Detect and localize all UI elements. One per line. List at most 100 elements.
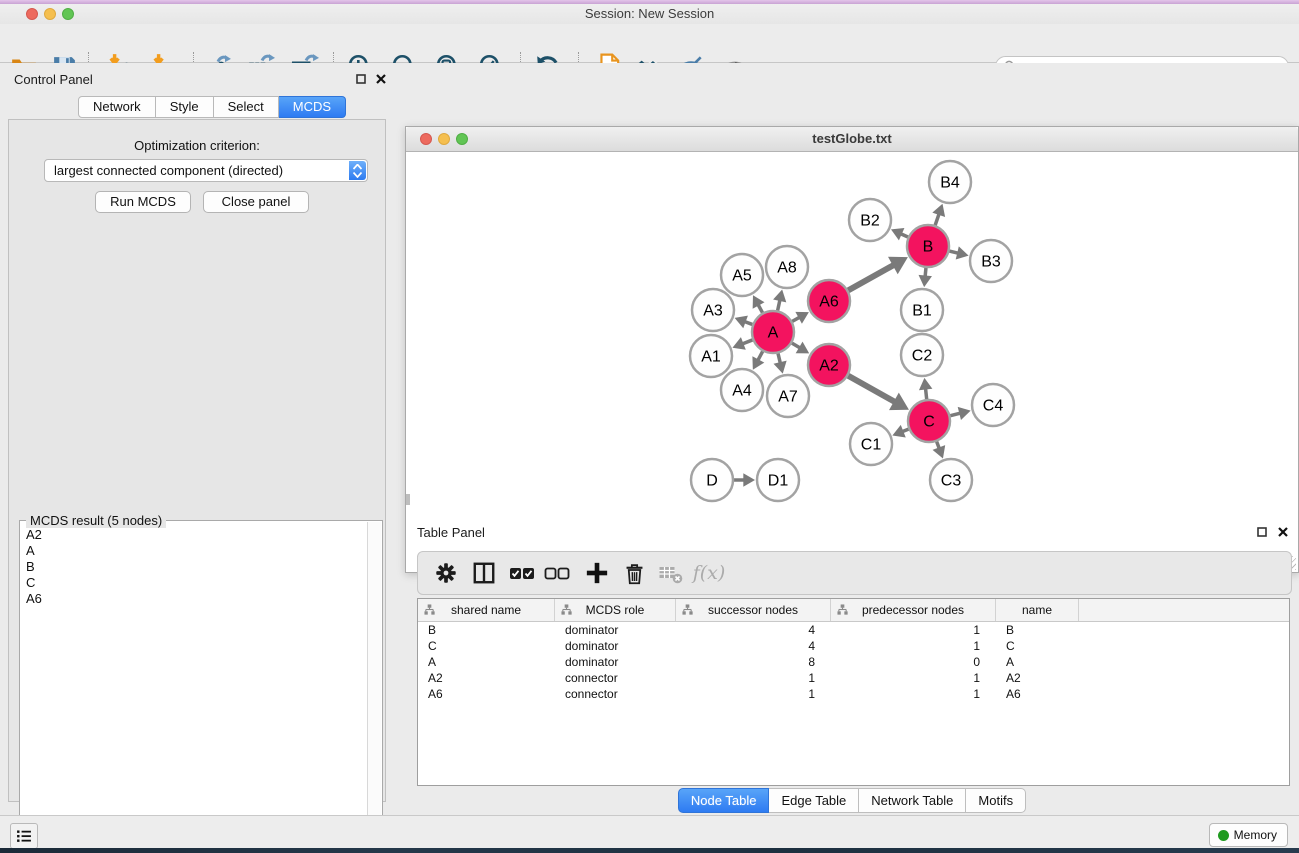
add-column-button[interactable] [581,557,613,589]
toggle-panel-button[interactable] [468,557,500,589]
criterion-dropdown[interactable]: largest connected component (directed) [44,159,368,182]
graph-node-label: A6 [819,294,839,311]
float-panel-icon[interactable] [354,72,368,86]
network-minimize-traffic-light[interactable] [438,133,450,145]
table-cell: dominator [555,655,676,669]
mcds-result-item[interactable]: A6 [21,591,366,607]
network-window-title: testGlobe.txt [406,127,1298,151]
column-header-MCDS-role[interactable]: MCDS role [555,599,676,621]
table-panel: Table Panel [405,510,1299,815]
graph-node-label: B3 [981,254,1001,271]
table-cell: C [418,639,555,653]
mcds-result-item[interactable]: B [21,559,366,575]
table-cell: A6 [996,687,1079,701]
table-row[interactable]: A6connector11A6 [418,686,1289,702]
table-cell: A [996,655,1079,669]
close-panel-button[interactable]: Close panel [203,191,309,213]
result-scrollbar[interactable] [367,522,381,853]
delete-table-button[interactable] [655,557,687,589]
tab-style[interactable]: Style [156,96,214,118]
column-header-name[interactable]: name [996,599,1079,621]
table-panel-title: Table Panel [417,525,485,540]
mcds-result-item[interactable]: A [21,543,366,559]
column-header-successor-nodes[interactable]: successor nodes [676,599,831,621]
table-cell: 8 [676,655,831,669]
tab-select[interactable]: Select [214,96,279,118]
table-close-panel-icon[interactable] [1276,525,1290,539]
graph-node-label: A7 [778,389,798,406]
column-header-label: shared name [451,603,521,617]
table-cell: dominator [555,639,676,653]
apply-function-button[interactable]: f(x) [688,557,730,589]
table-cell: dominator [555,623,676,637]
graph-node-label: C4 [983,398,1004,415]
criterion-value: largest connected component (directed) [54,163,283,178]
node-table[interactable]: shared name MCDS role successor nodesprede… [417,598,1290,786]
graph-node-label: B4 [940,175,960,192]
tab-motifs[interactable]: Motifs [966,788,1026,813]
application-window: Session: New Session [0,0,1299,853]
table-cell: A6 [418,687,555,701]
tab-node-table[interactable]: Node Table [678,788,770,813]
graph-node-label: A8 [777,260,797,277]
graph-node-label: A4 [732,383,752,400]
network-maximize-traffic-light[interactable] [456,133,468,145]
tab-mcds[interactable]: MCDS [279,96,346,118]
graph-node-label: C3 [941,473,962,490]
table-row[interactable]: Adominator80A [418,654,1289,670]
table-cell: connector [555,671,676,685]
main-toolbar [0,24,1299,63]
control-panel: Control Panel NetworkStyleSelectMCDS Opt… [0,63,392,815]
function-fx-icon: f(x) [693,562,726,584]
network-view-window: testGlobe.txt AA1A2A3A4A5A6A7A8BB1B2B3B4… [405,126,1299,573]
network-close-traffic-light[interactable] [420,133,432,145]
mcds-result-list[interactable]: A2ABCA6 [21,527,366,607]
column-type-icon [561,604,572,615]
table-cell: 1 [831,687,996,701]
edge-arrowhead [773,289,786,302]
edge-A2-C[interactable] [848,376,895,403]
table-row[interactable]: A2connector11A2 [418,670,1289,686]
tab-network[interactable]: Network [78,96,156,118]
maximize-traffic-light[interactable] [62,8,74,20]
edge-arrowhead [919,378,932,390]
edge-A6-B[interactable] [848,265,894,291]
deselect-all-button[interactable] [541,557,573,589]
tab-network-table[interactable]: Network Table [859,788,966,813]
column-type-icon [424,604,435,615]
run-mcds-button[interactable]: Run MCDS [95,191,191,213]
column-type-icon [682,604,693,615]
network-graph-canvas[interactable]: AA1A2A3A4A5A6A7A8BB1B2B3B4CC1C2C3C4DD1 [406,151,1298,572]
column-header-shared-name[interactable]: shared name [418,599,555,621]
table-row[interactable]: Cdominator41C [418,638,1289,654]
edge-arrowhead [958,407,971,420]
memory-button[interactable]: Memory [1209,823,1288,847]
column-header-label: MCDS role [586,603,645,617]
delete-column-button[interactable] [618,557,650,589]
table-cell: 1 [676,687,831,701]
table-cell: 4 [676,623,831,637]
select-all-button[interactable] [506,557,538,589]
close-traffic-light[interactable] [26,8,38,20]
close-panel-icon[interactable] [374,72,388,86]
delete-table-icon [658,560,684,586]
table-cell: A [418,655,555,669]
table-options-button[interactable] [430,557,462,589]
memory-label: Memory [1234,828,1277,842]
column-type-icon [837,604,848,615]
graph-node-label: A2 [819,358,839,375]
table-row[interactable]: Bdominator41B [418,622,1289,638]
table-float-panel-icon[interactable] [1255,525,1269,539]
mcds-result-item[interactable]: A2 [21,527,366,543]
table-header-row: shared name MCDS role successor nodesprede… [418,599,1289,622]
column-header-predecessor-nodes[interactable]: predecessor nodes [831,599,996,621]
control-panel-tabs: NetworkStyleSelectMCDS [78,96,346,118]
network-window-titlebar[interactable]: testGlobe.txt [406,127,1298,152]
table-cell: connector [555,687,676,701]
mcds-result-item[interactable]: C [21,575,366,591]
minimize-traffic-light[interactable] [44,8,56,20]
table-cell: B [996,623,1079,637]
task-history-button[interactable] [10,823,38,849]
tab-edge-table[interactable]: Edge Table [769,788,859,813]
table-cell: 1 [831,623,996,637]
